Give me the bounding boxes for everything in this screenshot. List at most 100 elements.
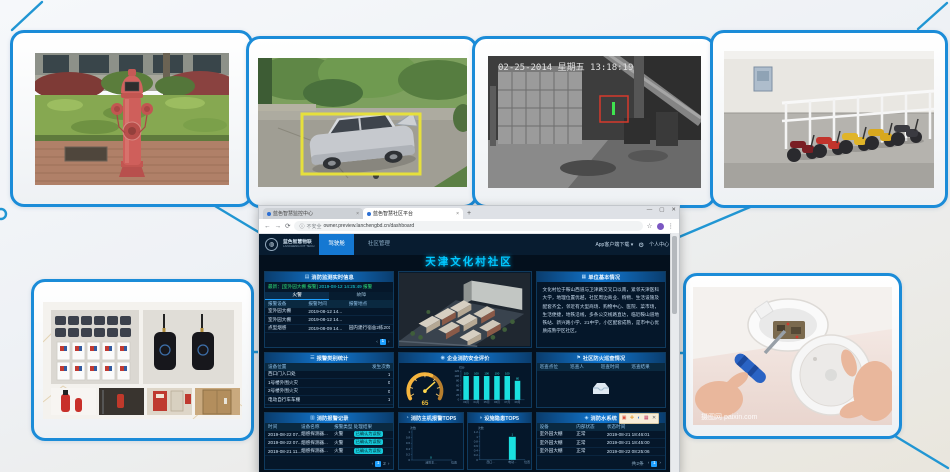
dashboard: ◍ 蓝色智慧物联 LANCHENG IOT TECH 驾驶舱 社区管理 App客… bbox=[259, 234, 679, 472]
svg-text:03月: 03月 bbox=[464, 400, 470, 404]
svg-text:1: 1 bbox=[408, 430, 410, 434]
scooter-garage-photo bbox=[724, 51, 934, 188]
new-tab-button[interactable]: + bbox=[467, 208, 471, 219]
safety-score-gauge: 65 bbox=[401, 364, 449, 409]
nav-item-community[interactable]: 社区管理 bbox=[359, 234, 399, 255]
panel-title: 消防报警记录 bbox=[317, 414, 349, 422]
table-row[interactable]: 点型烟感2019-08-09 14...园内建行宿舍2栋201室 bbox=[265, 325, 393, 334]
app-download-link[interactable]: App客户端下载 ▾ bbox=[595, 241, 633, 248]
table-header: 巡查点位巡查人 巡查时间巡查结果 bbox=[537, 363, 665, 371]
table-row[interactable]: 2号楼外围火灾0 bbox=[265, 388, 393, 397]
chart-icon: ◉ bbox=[441, 355, 445, 361]
pagination: ‹ 1 2 › bbox=[265, 460, 393, 469]
back-button[interactable]: ← bbox=[264, 223, 271, 230]
table-row[interactable]: 室外园大棚正常2019-08-21 18:45:00 bbox=[537, 439, 665, 448]
panel-grid: ▤消防监测实时信息 最新：[室外园大棚 报警] 2019-08-12 14:25… bbox=[264, 271, 666, 470]
browser-menu-icon[interactable]: ⋮ bbox=[668, 222, 675, 230]
forward-button[interactable]: → bbox=[275, 223, 282, 230]
tab-close-icon[interactable]: × bbox=[456, 211, 459, 217]
unit-info-text: 文化村位于鞍山西道与卫津路交叉口以南，紧邻天津医科大学，地理位置优越，社区周边商… bbox=[537, 282, 665, 340]
page-number[interactable]: 2 bbox=[383, 462, 386, 467]
svg-text:80: 80 bbox=[456, 379, 460, 383]
gear-icon[interactable]: ⚙ bbox=[638, 241, 644, 249]
annotation-tool-icon[interactable]: ▦ bbox=[644, 414, 649, 423]
table-row[interactable]: 西口门入口处1 bbox=[265, 371, 393, 380]
document-icon: ▦ bbox=[582, 274, 587, 280]
tab-fault[interactable]: 故障 bbox=[329, 292, 393, 300]
svg-text:0.8: 0.8 bbox=[406, 436, 411, 440]
annotation-tool-icon[interactable]: ◐ bbox=[637, 414, 640, 423]
svg-text:0: 0 bbox=[458, 398, 460, 402]
tab-strip: 蓝色智慧监控中心 × 蓝色智慧社区平台 × + — ▢ ✕ bbox=[259, 206, 679, 219]
car-surveillance-photo bbox=[258, 58, 467, 187]
page-number[interactable]: 1 bbox=[651, 461, 657, 467]
close-button[interactable]: ✕ bbox=[671, 207, 676, 213]
browser-tab-1[interactable]: 蓝色智慧监控中心 × bbox=[263, 208, 363, 219]
photo-frame-scooters bbox=[710, 30, 948, 208]
table-row[interactable]: 室外园大棚2019-08-12 14... bbox=[265, 316, 393, 325]
svg-text:80: 80 bbox=[516, 376, 520, 380]
scrollbar-thumb[interactable] bbox=[672, 236, 677, 314]
annotation-toolbar[interactable]: ▣✚◐ ▦✕ bbox=[619, 413, 659, 424]
prev-page-button[interactable]: ‹ bbox=[648, 461, 650, 466]
svg-text:08月: 08月 bbox=[515, 400, 521, 404]
annotation-tool-icon[interactable]: ▣ bbox=[622, 414, 627, 423]
table-row[interactable]: 1号楼外围火灾0 bbox=[265, 379, 393, 388]
table-row[interactable]: 室外园大棚正常2019-08-22 08:25:06 bbox=[537, 448, 665, 457]
minimize-button[interactable]: — bbox=[647, 207, 653, 213]
panel-title: 消防水系统 bbox=[590, 414, 617, 422]
panel-hazard-top5: ◑设施隐患TOP5 00.20.40.60.811.2次数位置西口...1电动.… bbox=[467, 412, 532, 470]
table-row[interactable]: 室外园大棚正常2019-08-21 18:46:01 bbox=[537, 431, 665, 440]
prev-page-button[interactable]: ‹ bbox=[376, 340, 378, 345]
svg-text:电动...: 电动... bbox=[508, 459, 517, 464]
svg-text:100: 100 bbox=[505, 372, 510, 376]
pagination: 共2条 ‹ 1 › bbox=[537, 459, 665, 469]
tab-favicon bbox=[267, 212, 271, 216]
address-bar-row: ← → ⟳ ⓘ 不安全 owner.preview.lanchengbd.cn/… bbox=[259, 219, 679, 234]
nav-item-dashboard[interactable]: 驾驶舱 bbox=[319, 234, 354, 255]
maximize-button[interactable]: ▢ bbox=[659, 207, 664, 213]
profile-avatar[interactable] bbox=[657, 223, 664, 230]
tab-fire-alarm[interactable]: 火警 bbox=[265, 292, 329, 300]
next-page-button[interactable]: › bbox=[388, 340, 390, 345]
flag-icon: ⚑ bbox=[576, 355, 580, 361]
page-number[interactable]: 1 bbox=[375, 461, 381, 467]
next-page-button[interactable]: › bbox=[388, 462, 390, 467]
table-row[interactable]: 电动自行车车棚1 bbox=[265, 396, 393, 405]
panel-host-alarm-top5: ◔消防主机报警TOP5 00.20.40.60.81次数位置0消防主... bbox=[398, 412, 463, 470]
browser-tab-2[interactable]: 蓝色智慧社区平台 × bbox=[363, 208, 463, 219]
photo-frame-detector: 摄图网 paixin.com bbox=[683, 273, 902, 439]
list-icon: ☰ bbox=[310, 355, 314, 361]
prev-page-button[interactable]: ‹ bbox=[372, 462, 374, 467]
reload-button[interactable]: ⟳ bbox=[285, 222, 290, 230]
next-page-button[interactable]: › bbox=[659, 461, 661, 466]
svg-text:06月: 06月 bbox=[494, 400, 500, 404]
annotation-tool-icon[interactable]: ✚ bbox=[630, 414, 634, 423]
panel-unit-info: ▦单位基本情况 文化村位于鞍山西道与卫津路交叉口以南，紧邻天津医科大学，地理位置… bbox=[536, 271, 666, 348]
panel-patrol: ⚑社区防火巡查情况 巡查点位巡查人 巡查时间巡查结果 bbox=[536, 352, 666, 408]
table-header: 报警设备报警时间报警地点 bbox=[265, 300, 393, 308]
svg-text:次数: 次数 bbox=[477, 425, 483, 430]
bookmark-star-icon[interactable]: ☆ bbox=[647, 222, 653, 230]
svg-text:100: 100 bbox=[474, 372, 479, 376]
svg-text:0.2: 0.2 bbox=[406, 452, 411, 456]
address-bar[interactable]: ⓘ 不安全 owner.preview.lanchengbd.cn/dashbo… bbox=[294, 221, 642, 231]
annotation-tool-icon[interactable]: ✕ bbox=[652, 414, 656, 423]
table-row[interactable]: 2019-08-22 07...烟感探测器...火警已确认为误报 bbox=[265, 439, 393, 448]
smoke-detector-install-photo: 摄图网 paixin.com bbox=[693, 287, 892, 425]
host-alarm-top5-chart: 00.20.40.60.81次数位置0消防主... bbox=[400, 424, 462, 468]
page-number[interactable]: 1 bbox=[380, 339, 386, 345]
page-scrollbar[interactable] bbox=[670, 233, 679, 472]
svg-text:20: 20 bbox=[456, 393, 460, 397]
svg-text:100: 100 bbox=[455, 374, 460, 378]
panel-community-render bbox=[398, 271, 531, 348]
status-badge: 已确认为误报 bbox=[354, 448, 383, 454]
svg-text:0.4: 0.4 bbox=[406, 447, 411, 451]
not-secure-label: 不安全 bbox=[306, 223, 321, 230]
table-row[interactable]: 2019-08-21 11...烟感探测器...火警已确认为误报 bbox=[265, 448, 393, 457]
tab-close-icon[interactable]: × bbox=[356, 211, 359, 217]
tab-title: 蓝色智慧监控中心 bbox=[273, 210, 354, 217]
svg-text:0: 0 bbox=[476, 458, 478, 462]
table-row[interactable]: 室外园大棚2019-08-12 14... bbox=[265, 308, 393, 317]
table-row[interactable]: 2019-08-22 07...烟感探测器...火警已确认为误报 bbox=[265, 431, 393, 440]
